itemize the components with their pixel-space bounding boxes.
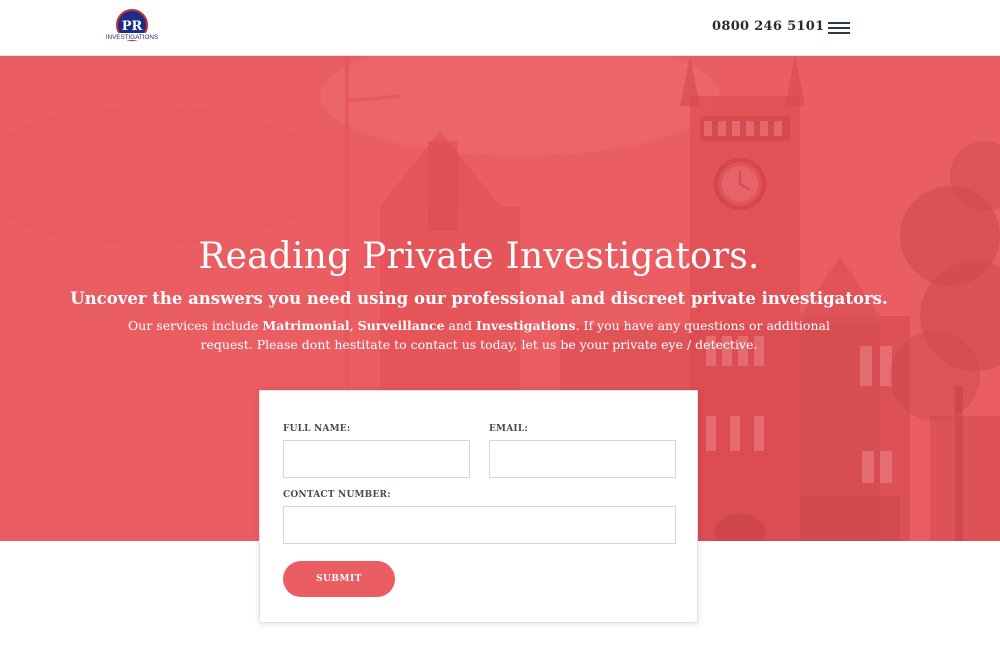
site-header: PR INVESTIGATIONS 0800 246 5101 [0,0,1000,56]
contact-number-field[interactable] [283,506,676,544]
contact-form: FULL NAME: EMAIL: CONTACT NUMBER: SUBMIT [259,390,698,623]
service-investigations: Investigations [476,318,576,333]
description-separator: and [444,318,477,333]
menu-bar [828,32,850,34]
full-name-label: FULL NAME: [283,424,351,434]
logo-company-name: INVESTIGATIONS [106,34,158,41]
menu-bar [828,22,850,24]
service-surveillance: Surveillance [357,318,445,333]
email-field[interactable] [489,440,676,478]
contact-number-label: CONTACT NUMBER: [283,490,391,500]
pr-investigations-logo[interactable]: PR INVESTIGATIONS [104,9,160,47]
service-matrimonial: Matrimonial [262,318,350,333]
hero-subtitle: Uncover the answers you need using our p… [70,289,888,308]
submit-button[interactable]: SUBMIT [283,561,395,597]
phone-number-link[interactable]: 0800 246 5101 [712,19,824,34]
hero-title: Reading Private Investigators. [198,236,760,277]
hamburger-menu-icon[interactable] [828,20,850,36]
description-intro: Our services include [128,318,263,333]
logo-initials: PR [122,19,143,34]
full-name-field[interactable] [283,440,470,478]
hero-description: Our services include Matrimonial, Survei… [104,316,854,354]
description-separator: , [349,318,358,333]
email-label: EMAIL: [489,424,528,434]
menu-bar [828,27,850,29]
